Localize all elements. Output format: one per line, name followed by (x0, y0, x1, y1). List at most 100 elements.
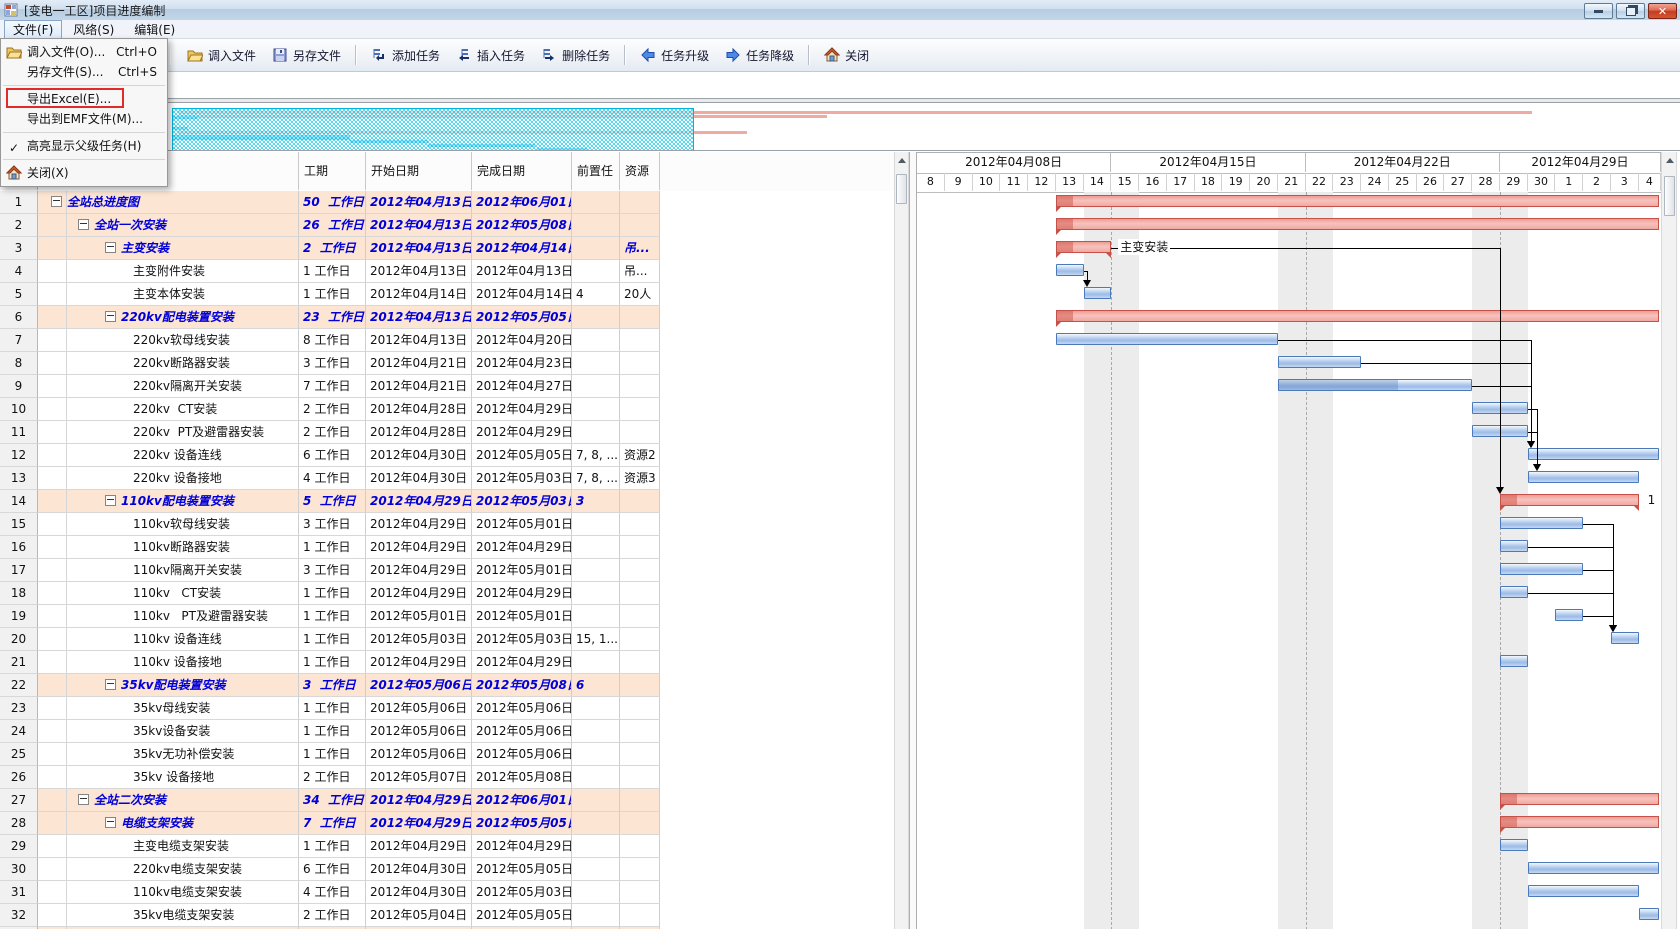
summary-bar[interactable] (1056, 310, 1659, 322)
table-row[interactable]: 2635kv 设备接地2 工作日2012年05月07日2012年05月08日 (0, 766, 894, 789)
menubar-item-3[interactable]: 编辑(E) (125, 20, 184, 39)
table-row[interactable]: 20110kv 设备连线1 工作日2012年05月03日2012年05月03日1… (0, 628, 894, 651)
scrollbar-thumb[interactable] (1664, 176, 1675, 216)
table-row[interactable]: 2535kv无功补偿安装1 工作日2012年05月06日2012年05月06日 (0, 743, 894, 766)
task-bar[interactable] (1278, 356, 1361, 368)
table-row[interactable]: 12220kv 设备连线6 工作日2012年04月30日2012年05月05日7… (0, 444, 894, 467)
close-button[interactable]: ✕ (1648, 3, 1677, 19)
summary-bar[interactable] (1500, 793, 1659, 805)
menu-item-2[interactable]: 另存文件(S)...Ctrl+S (1, 62, 167, 82)
collapse-box-icon[interactable] (51, 196, 62, 207)
restore-button[interactable] (1616, 3, 1645, 19)
task-bar[interactable] (1500, 517, 1583, 529)
resource-cell (620, 628, 660, 651)
collapse-box-icon[interactable] (105, 311, 116, 322)
table-row[interactable]: 2335kv母线安装1 工作日2012年05月06日2012年05月06日 (0, 697, 894, 720)
table-row[interactable]: 18110kv CT安装1 工作日2012年04月29日2012年04月29日 (0, 582, 894, 605)
summary-bar[interactable] (1056, 241, 1112, 253)
panel-splitter[interactable] (909, 152, 917, 929)
toolbar-button-8[interactable]: 关闭 (816, 43, 877, 68)
table-row[interactable]: 31110kv电缆支架安装4 工作日2012年04月30日2012年05月03日 (0, 881, 894, 904)
table-row[interactable]: 6220kv配电装置安装23 工作日2012年04月13日2012年05月05日 (0, 306, 894, 329)
menu-item-1[interactable]: 调入文件(O)...Ctrl+O (1, 42, 167, 62)
table-row[interactable]: 14110kv配电装置安装5 工作日2012年04月29日2012年05月03日… (0, 490, 894, 513)
table-row[interactable]: 16110kv断路器安装1 工作日2012年04月29日2012年04月29日 (0, 536, 894, 559)
summary-bar[interactable] (1056, 195, 1659, 207)
table-vertical-scrollbar[interactable] (894, 152, 909, 929)
table-row[interactable]: 3主变安装2 工作日2012年04月13日2012年04月14日吊... (0, 237, 894, 260)
scroll-up-button[interactable] (896, 154, 907, 167)
gantt-vertical-scrollbar[interactable] (1661, 152, 1677, 929)
collapse-box-icon[interactable] (105, 495, 116, 506)
task-bar[interactable] (1056, 333, 1278, 345)
summary-bar[interactable] (1500, 816, 1659, 828)
toolbar-button-3[interactable]: 添加任务 (363, 43, 448, 68)
table-row[interactable]: 2全站一次安装26 工作日2012年04月13日2012年05月08日 (0, 214, 894, 237)
menu-item-4[interactable]: 导出Excel(E)... (1, 89, 167, 109)
table-row[interactable]: 29主变电缆支架安装1 工作日2012年04月29日2012年04月29日 (0, 835, 894, 858)
toolbar-button-5[interactable]: 删除任务 (533, 43, 618, 68)
table-row[interactable]: 11220kv PT及避雷器安装2 工作日2012年04月28日2012年04月… (0, 421, 894, 444)
toolbar-button-2[interactable]: 另存文件 (264, 43, 349, 68)
collapse-box-icon[interactable] (105, 817, 116, 828)
task-bar[interactable] (1500, 655, 1528, 667)
table-row[interactable]: 27全站二次安装34 工作日2012年04月29日2012年06月01日 (0, 789, 894, 812)
table-row[interactable]: 8220kv断路器安装3 工作日2012年04月21日2012年04月23日 (0, 352, 894, 375)
table-row[interactable]: 15110kv软母线安装3 工作日2012年04月29日2012年05月01日 (0, 513, 894, 536)
menu-item-7[interactable]: ✓高亮显示父级任务(H) (1, 136, 167, 156)
finish-date-cell: 2012年04月29日 (472, 536, 572, 559)
collapse-box-icon[interactable] (105, 679, 116, 690)
task-bar[interactable] (1611, 632, 1639, 644)
menu-separator (3, 132, 165, 133)
table-row[interactable]: 1全站总进度图50 工作日2012年04月13日2012年06月01日 (0, 191, 894, 214)
table-row[interactable]: 13220kv 设备接地4 工作日2012年04月30日2012年05月03日7… (0, 467, 894, 490)
menu-item-5[interactable]: 导出到EMF文件(M)... (1, 109, 167, 129)
collapse-box-icon[interactable] (105, 242, 116, 253)
task-bar[interactable] (1084, 287, 1112, 299)
toolbar-button-4[interactable]: 插入任务 (448, 43, 533, 68)
task-bar[interactable] (1528, 471, 1639, 483)
task-name-cell: 110kv配电装置安装 (38, 490, 299, 513)
collapse-box-icon[interactable] (78, 219, 89, 230)
scrollbar-thumb[interactable] (896, 174, 907, 204)
table-row[interactable]: 21110kv 设备接地1 工作日2012年04月29日2012年04月29日 (0, 651, 894, 674)
table-row[interactable]: 4主变附件安装1 工作日2012年04月13日2012年04月13日吊... (0, 260, 894, 283)
toolbar-button-7[interactable]: 任务降级 (717, 43, 802, 68)
summary-bar[interactable] (1056, 218, 1659, 230)
table-row[interactable]: 2235kv配电装置安装3 工作日2012年05月06日2012年05月08日6 (0, 674, 894, 697)
task-bar[interactable] (1278, 379, 1472, 391)
table-row[interactable]: 10220kv CT安装2 工作日2012年04月28日2012年04月29日 (0, 398, 894, 421)
overview-selection-region[interactable] (172, 108, 694, 152)
task-bar[interactable] (1500, 540, 1528, 552)
task-bar[interactable] (1528, 448, 1659, 460)
scroll-up-button[interactable] (1664, 154, 1675, 167)
menu-item-9[interactable]: 关闭(X) (1, 163, 167, 183)
task-bar[interactable] (1056, 264, 1084, 276)
table-row[interactable]: 7220kv软母线安装8 工作日2012年04月13日2012年04月20日 (0, 329, 894, 352)
table-row[interactable]: 30220kv电缆支架安装6 工作日2012年04月30日2012年05月05日 (0, 858, 894, 881)
task-bar[interactable] (1528, 885, 1639, 897)
menu-item-label: 高亮显示父级任务(H) (23, 136, 157, 156)
summary-bar[interactable] (1500, 494, 1639, 506)
task-bar[interactable] (1500, 563, 1583, 575)
table-row[interactable]: 19110kv PT及避雷器安装1 工作日2012年05月01日2012年05月… (0, 605, 894, 628)
menu-item-shortcut: Ctrl+O (108, 42, 157, 62)
task-bar[interactable] (1500, 839, 1528, 851)
table-row[interactable]: 2435kv设备安装1 工作日2012年05月06日2012年05月06日 (0, 720, 894, 743)
table-row[interactable]: 28电缆支架安装7 工作日2012年04月29日2012年05月05日 (0, 812, 894, 835)
table-row[interactable]: 17110kv隔离开关安装3 工作日2012年04月29日2012年05月01日 (0, 559, 894, 582)
table-row[interactable]: 3235kv电缆支架安装2 工作日2012年05月04日2012年05月05日 (0, 904, 894, 927)
minimize-button[interactable] (1584, 3, 1613, 19)
row-filler (660, 467, 894, 490)
table-row[interactable]: 9220kv隔离开关安装7 工作日2012年04月21日2012年04月27日 (0, 375, 894, 398)
task-bar[interactable] (1555, 609, 1583, 621)
task-bar[interactable] (1528, 862, 1659, 874)
task-bar[interactable] (1500, 586, 1528, 598)
table-row[interactable]: 5主变本体安装1 工作日2012年04月14日2012年04月14日420人 (0, 283, 894, 306)
menubar-item-1[interactable]: 文件(F) (4, 20, 62, 39)
toolbar-button-6[interactable]: 任务升级 (632, 43, 717, 68)
task-bar[interactable] (1639, 908, 1659, 920)
menubar-item-2[interactable]: 风络(S) (64, 20, 123, 39)
toolbar-button-1[interactable]: 调入文件 (179, 43, 264, 68)
collapse-box-icon[interactable] (78, 794, 89, 805)
